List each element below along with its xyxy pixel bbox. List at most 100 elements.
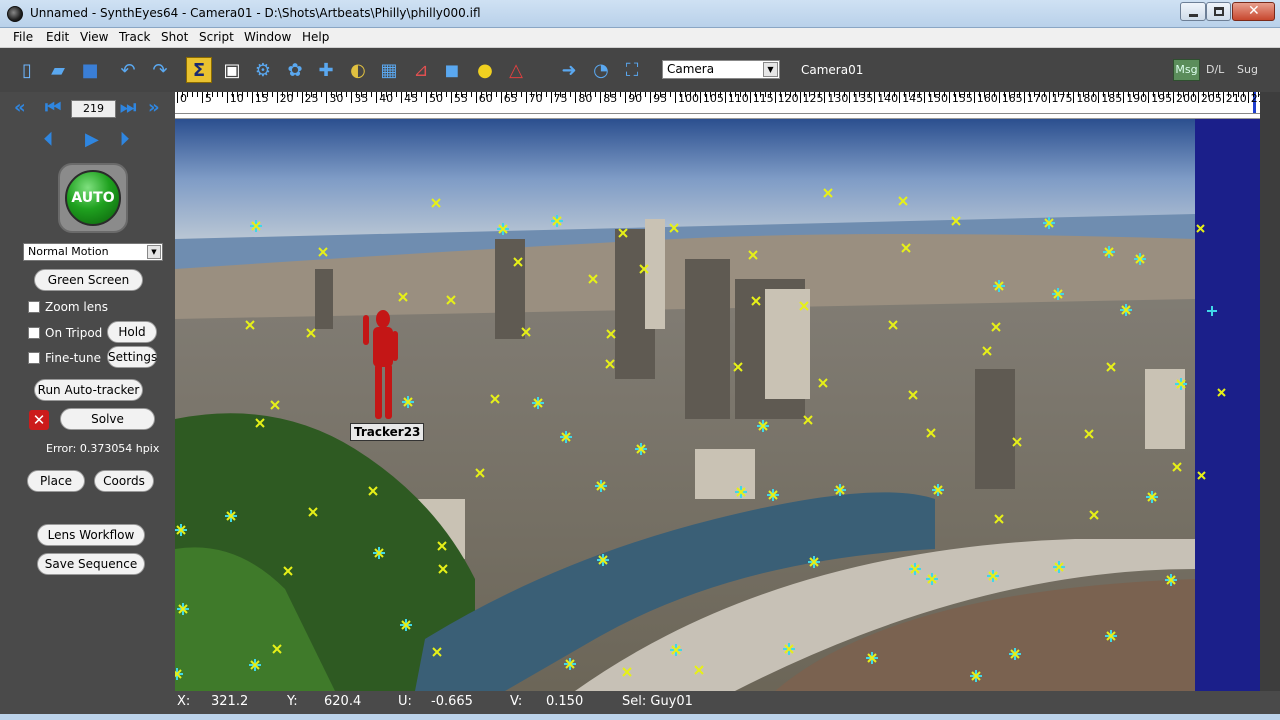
- timeline-tick: [799, 92, 801, 103]
- summary-icon[interactable]: Σ: [186, 57, 212, 83]
- view-select[interactable]: Camera ▼: [662, 60, 780, 79]
- timeline-minor-tick: [1202, 92, 1204, 97]
- timeline-minor-tick: [904, 92, 906, 97]
- open-folder-icon[interactable]: ▰: [45, 57, 71, 83]
- save-sequence-button[interactable]: Save Sequence: [37, 553, 145, 575]
- timeline-minor-tick: [430, 92, 432, 97]
- timeline-minor-tick: [719, 92, 721, 97]
- timeline-minor-tick: [1212, 92, 1214, 97]
- arrow-right-icon[interactable]: ➜: [556, 57, 582, 83]
- timeline-minor-tick: [595, 92, 597, 97]
- fit-frame-icon[interactable]: ⛶: [619, 57, 645, 83]
- timeline-minor-tick: [968, 92, 970, 97]
- timeline-minor-tick: [993, 92, 995, 97]
- timeline-minor-tick: [610, 92, 612, 97]
- timeline-tick: [924, 92, 925, 103]
- phase-icon[interactable]: △: [503, 57, 529, 83]
- menu-view[interactable]: View: [80, 30, 108, 44]
- sug-button[interactable]: Sug: [1237, 63, 1258, 76]
- settings-button[interactable]: Settings: [107, 346, 157, 368]
- timeline-minor-tick: [1128, 92, 1130, 97]
- step-forward-icon[interactable]: ⏵: [120, 131, 129, 149]
- timeline-minor-tick: [928, 92, 930, 97]
- timeline-minor-tick: [460, 92, 462, 97]
- timeline-minor-tick: [1207, 92, 1209, 97]
- first-frame-icon[interactable]: ⏮: [45, 99, 61, 117]
- timeline-minor-tick: [336, 92, 338, 97]
- timeline-ruler[interactable]: 0 5 10 15 20 25 30 35 40 45 50 55 60 65 70 75 80 85 90 95 10…: [175, 92, 1260, 114]
- mesh-cube-icon[interactable]: ◼: [439, 57, 465, 83]
- timeline-tick: [177, 92, 178, 103]
- fast-forward-icon[interactable]: »: [148, 99, 160, 117]
- green-screen-button[interactable]: Green Screen: [34, 269, 143, 291]
- frame-number-field[interactable]: 219: [71, 100, 116, 118]
- menu-file[interactable]: File: [13, 30, 33, 44]
- timeline-minor-tick: [510, 92, 512, 97]
- timeline-minor-tick: [894, 92, 896, 97]
- timeline-minor-tick: [1063, 92, 1065, 97]
- timeline-tick: [351, 92, 353, 103]
- timeline-minor-tick: [311, 92, 313, 97]
- app-icon: [7, 6, 23, 22]
- place-button[interactable]: Place: [27, 470, 85, 492]
- viewport-overscan[interactable]: [1195, 119, 1260, 691]
- timeline-minor-tick: [1033, 92, 1035, 97]
- lens-workflow-button[interactable]: Lens Workflow: [37, 524, 145, 546]
- timeline-minor-tick: [958, 92, 960, 97]
- clock-icon[interactable]: ◔: [588, 57, 614, 83]
- timeline-minor-tick: [919, 92, 921, 97]
- solve-button[interactable]: Solve: [60, 408, 155, 430]
- save-icon[interactable]: ■: [77, 57, 103, 83]
- new-file-icon[interactable]: ▯: [14, 57, 40, 83]
- solver-icon[interactable]: ▦: [376, 57, 402, 83]
- fine-tune-checkbox[interactable]: [28, 352, 40, 364]
- timeline-minor-tick: [406, 92, 408, 97]
- last-frame-icon[interactable]: ⏭: [120, 99, 136, 117]
- run-autotracker-button[interactable]: Run Auto-tracker: [34, 379, 143, 401]
- timeline-minor-tick: [1158, 92, 1160, 97]
- tracker-label[interactable]: Tracker23: [350, 423, 425, 441]
- undo-icon[interactable]: ↶: [115, 57, 141, 83]
- timeline-minor-tick: [704, 92, 706, 97]
- minimize-button[interactable]: [1180, 2, 1206, 21]
- timeline-minor-tick: [1143, 92, 1145, 97]
- menu-script[interactable]: Script: [199, 30, 234, 44]
- play-icon[interactable]: ▶: [85, 131, 99, 149]
- timeline-minor-tick: [1028, 92, 1030, 97]
- camera-room-icon[interactable]: ▣: [219, 57, 245, 83]
- menu-track[interactable]: Track: [119, 30, 150, 44]
- lens-icon[interactable]: ◐: [345, 57, 371, 83]
- auto-button[interactable]: AUTO: [58, 163, 128, 233]
- zoom-lens-checkbox[interactable]: [28, 301, 40, 313]
- shot-image: [175, 119, 1195, 691]
- hold-button[interactable]: Hold: [107, 321, 157, 343]
- coordinate-icon[interactable]: ✚: [313, 57, 339, 83]
- step-back-icon[interactable]: ⏴: [44, 131, 53, 149]
- redo-icon[interactable]: ↷: [147, 57, 173, 83]
- on-tripod-checkbox[interactable]: [28, 327, 40, 339]
- light-bulb-icon[interactable]: ●: [472, 57, 498, 83]
- close-button[interactable]: ✕: [1232, 2, 1275, 21]
- timeline-minor-tick: [490, 92, 492, 97]
- tracker-paw-icon[interactable]: ✿: [282, 57, 308, 83]
- menu-edit[interactable]: Edit: [46, 30, 69, 44]
- coords-button[interactable]: Coords: [94, 470, 154, 492]
- motion-select[interactable]: Normal Motion ▼: [23, 243, 163, 261]
- menu-shot[interactable]: Shot: [161, 30, 188, 44]
- msg-button[interactable]: Msg: [1173, 59, 1200, 81]
- timeline-minor-tick: [341, 92, 343, 97]
- feature-gear-icon[interactable]: ⚙: [250, 57, 276, 83]
- menu-window[interactable]: Window: [244, 30, 291, 44]
- camera-viewport[interactable]: Tracker23: [175, 119, 1195, 691]
- rewind-icon[interactable]: «: [14, 99, 26, 117]
- menu-help[interactable]: Help: [302, 30, 329, 44]
- dl-button[interactable]: D/L: [1206, 63, 1224, 76]
- error-x-icon[interactable]: ✕: [29, 410, 49, 430]
- maximize-button[interactable]: [1206, 2, 1231, 21]
- timeline-minor-tick: [953, 92, 955, 97]
- timeline-tick: [874, 92, 876, 103]
- graph-icon[interactable]: ⊿: [408, 57, 434, 83]
- timeline-tick: [699, 92, 701, 103]
- timeline-minor-tick: [421, 92, 423, 97]
- timeline-tick: [675, 92, 676, 103]
